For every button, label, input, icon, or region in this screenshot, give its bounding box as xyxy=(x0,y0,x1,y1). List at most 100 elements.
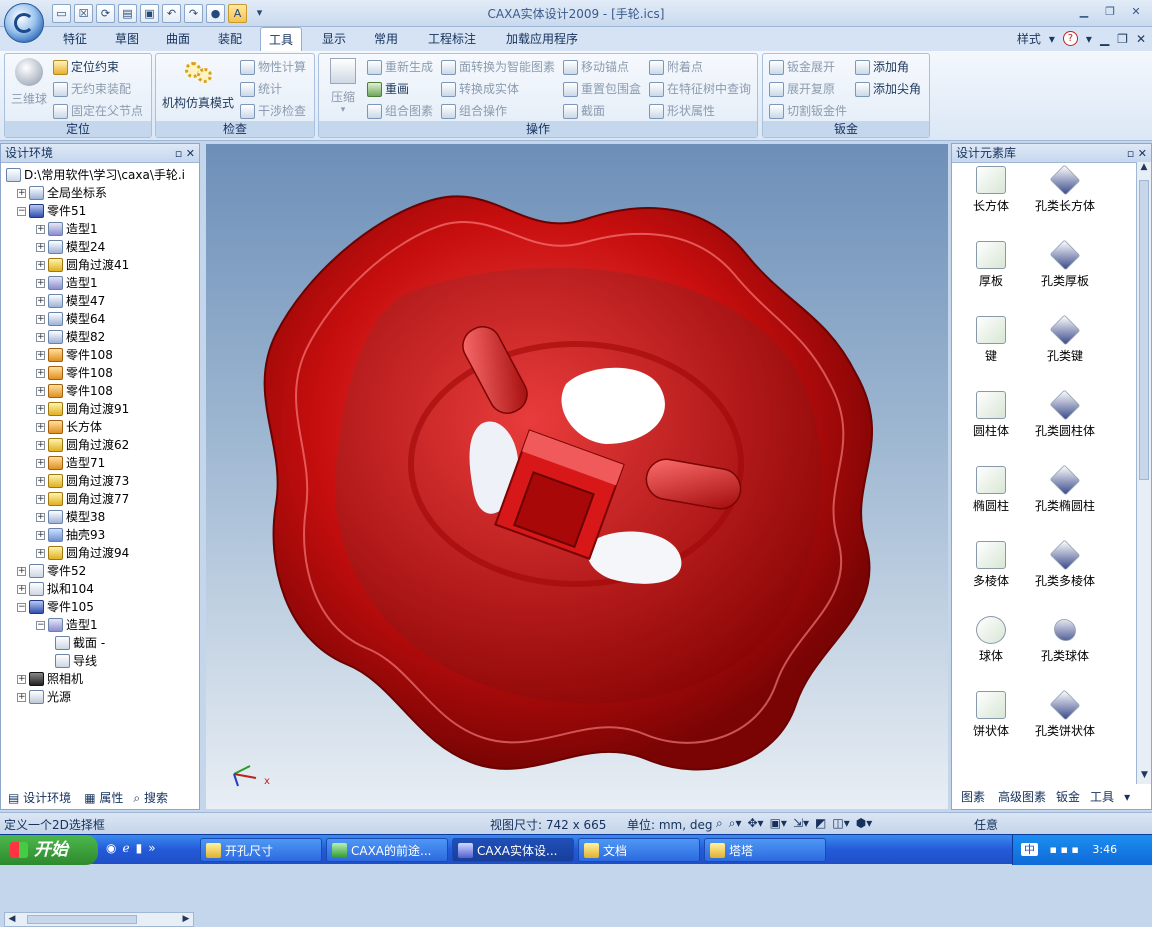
tree-node[interactable]: + 零件108 xyxy=(36,364,113,382)
tree-node[interactable]: 截面 - xyxy=(55,634,105,652)
tree-node[interactable]: + 圆角过渡62 xyxy=(36,436,129,454)
tab-sheet-metal[interactable]: 钣金 xyxy=(1056,787,1080,807)
expand-toggle-icon[interactable]: − xyxy=(36,620,45,630)
move-anchor-button[interactable]: 移动锚点 xyxy=(563,57,629,77)
help-dropdown-icon[interactable]: ▾ xyxy=(1086,32,1092,46)
expand-toggle-icon[interactable]: + xyxy=(36,404,45,414)
scroll-thumb[interactable] xyxy=(27,915,137,924)
tree-node[interactable]: + 圆角过渡91 xyxy=(36,400,129,418)
tree-node[interactable]: + 照相机 xyxy=(17,670,83,688)
tab-tools[interactable]: 工具 xyxy=(260,27,303,51)
library-item[interactable]: 多棱体 xyxy=(953,541,1031,589)
expand-toggle-icon[interactable]: + xyxy=(36,332,45,342)
compress-button[interactable]: 压缩 ▾ xyxy=(323,58,363,115)
combine-ops-button[interactable]: 组合操作 xyxy=(441,101,507,121)
expand-toggle-icon[interactable]: + xyxy=(17,674,26,684)
section-button[interactable]: 截面 xyxy=(563,101,605,121)
library-item[interactable]: 孔类厚板 xyxy=(1025,239,1105,289)
tabs-dropdown-icon[interactable]: ▾ xyxy=(1124,787,1130,807)
shading-icon[interactable]: ◩ xyxy=(815,816,826,831)
task-button-3[interactable]: CAXA实体设... xyxy=(452,838,574,862)
style-menu[interactable]: 样式 xyxy=(1017,30,1041,47)
tab-sketch[interactable]: 草图 xyxy=(115,27,139,51)
tree-node[interactable]: + 零件108 xyxy=(36,382,113,400)
expand-toggle-icon[interactable]: + xyxy=(36,350,45,360)
unfold-button[interactable]: 钣金展开 xyxy=(769,57,835,77)
expand-toggle-icon[interactable]: + xyxy=(36,440,45,450)
library-item[interactable]: 孔类球体 xyxy=(1025,614,1105,664)
tree-node[interactable]: + 圆角过渡73 xyxy=(36,472,129,490)
tree-node[interactable]: − 零件51 xyxy=(17,202,86,220)
expand-toggle-icon[interactable]: + xyxy=(17,566,26,576)
shape-props-button[interactable]: 形状属性 xyxy=(649,101,715,121)
tab-addins[interactable]: 加载应用程序 xyxy=(506,27,578,51)
library-item[interactable]: 椭圆柱 xyxy=(953,466,1031,514)
expand-toggle-icon[interactable]: − xyxy=(17,602,26,612)
pan-icon[interactable]: ✥▾ xyxy=(747,816,763,831)
tab-surface[interactable]: 曲面 xyxy=(166,27,190,51)
selection-filter[interactable]: 任意 xyxy=(974,816,998,833)
reset-bbox-button[interactable]: 重置包围盒 xyxy=(563,79,641,99)
render-mode-icon[interactable]: ◫▾ xyxy=(832,816,849,831)
tree-node[interactable]: + 模型47 xyxy=(36,292,105,310)
expand-toggle-icon[interactable]: + xyxy=(36,494,45,504)
orient-icon[interactable]: ⇲▾ xyxy=(793,816,809,831)
library-item[interactable]: 长方体 xyxy=(953,166,1031,214)
scroll-left-icon[interactable]: ◀ xyxy=(5,913,19,926)
tree-node[interactable]: 导线 xyxy=(55,652,97,670)
help-icon[interactable]: ? xyxy=(1062,31,1078,46)
expand-toggle-icon[interactable]: + xyxy=(36,530,45,540)
library-item[interactable]: 孔类饼状体 xyxy=(1025,689,1105,739)
tab-assembly[interactable]: 装配 xyxy=(218,27,242,51)
tab-annotation[interactable]: 工程标注 xyxy=(428,27,476,51)
app-menu-button[interactable] xyxy=(4,3,44,43)
statistics-button[interactable]: 统计 xyxy=(240,79,282,99)
tree-node[interactable]: + 造型1 xyxy=(36,220,98,238)
zoom-icon[interactable]: ⌕▾ xyxy=(729,816,742,831)
to-solid-button[interactable]: 转换成实体 xyxy=(441,79,519,99)
mechanism-sim-button[interactable]: 机构仿真模式 xyxy=(160,60,236,111)
tree-node[interactable]: − 零件105 xyxy=(17,598,94,616)
task-button-5[interactable]: 塔塔 xyxy=(704,838,826,862)
tree-node[interactable]: + 拟和104 xyxy=(17,580,94,598)
cut-sheet-button[interactable]: 切割钣金件 xyxy=(769,101,847,121)
restore-icon[interactable]: ❐ xyxy=(1098,3,1122,21)
tree-node[interactable]: + 光源 xyxy=(17,688,71,706)
tree-node[interactable]: + 圆角过渡94 xyxy=(36,544,129,562)
face-to-smart-button[interactable]: 面转换为智能图素 xyxy=(441,57,555,77)
doc-minimize-icon[interactable]: ▁ xyxy=(1100,32,1109,46)
doc-close-icon[interactable]: ✕ xyxy=(1136,32,1146,46)
tab-advanced[interactable]: 高级图素 xyxy=(998,787,1046,807)
attach-point-button[interactable]: 附着点 xyxy=(649,57,703,77)
task-button-1[interactable]: 开孔尺寸 xyxy=(200,838,322,862)
tree-horizontal-scrollbar[interactable]: ◀ ▶ xyxy=(4,912,194,927)
tree-node[interactable]: + 圆角过渡41 xyxy=(36,256,129,274)
quick-launch-more-icon[interactable]: » xyxy=(148,841,155,855)
fix-to-parent-button[interactable]: 固定在父节点 xyxy=(53,101,143,121)
expand-toggle-icon[interactable]: + xyxy=(17,584,26,594)
ime-indicator[interactable]: 中 xyxy=(1021,843,1038,856)
3d-viewport[interactable]: x xyxy=(206,144,948,809)
browser-icon[interactable]: ◉ xyxy=(106,841,116,855)
redraw-button[interactable]: 重画 xyxy=(367,79,409,99)
media-icon[interactable]: ▮ xyxy=(136,841,143,855)
tree-node[interactable]: + 圆角过渡77 xyxy=(36,490,129,508)
library-item[interactable]: 饼状体 xyxy=(953,691,1031,739)
tree-node[interactable]: + 模型64 xyxy=(36,310,105,328)
expand-toggle-icon[interactable]: + xyxy=(17,188,26,198)
expand-toggle-icon[interactable]: + xyxy=(36,296,45,306)
expand-toggle-icon[interactable]: + xyxy=(36,548,45,558)
tree-node[interactable]: − 造型1 xyxy=(36,616,98,634)
scroll-down-icon[interactable]: ▼ xyxy=(1137,770,1152,784)
tree-node[interactable]: + 模型38 xyxy=(36,508,105,526)
doc-restore-icon[interactable]: ❐ xyxy=(1117,32,1128,46)
compress-dropdown-icon[interactable]: ▾ xyxy=(323,105,363,115)
tree-node[interactable]: + 造型71 xyxy=(36,454,105,472)
part-select-icon[interactable]: ⬢▾ xyxy=(856,816,873,831)
expand-toggle-icon[interactable]: + xyxy=(17,692,26,702)
library-item[interactable]: 孔类圆柱体 xyxy=(1025,389,1105,439)
scroll-up-icon[interactable]: ▲ xyxy=(1137,162,1151,176)
tree-node[interactable]: + 模型24 xyxy=(36,238,105,256)
tab-common[interactable]: 常用 xyxy=(374,27,398,51)
tab-primitives[interactable]: 图素 xyxy=(958,787,989,807)
